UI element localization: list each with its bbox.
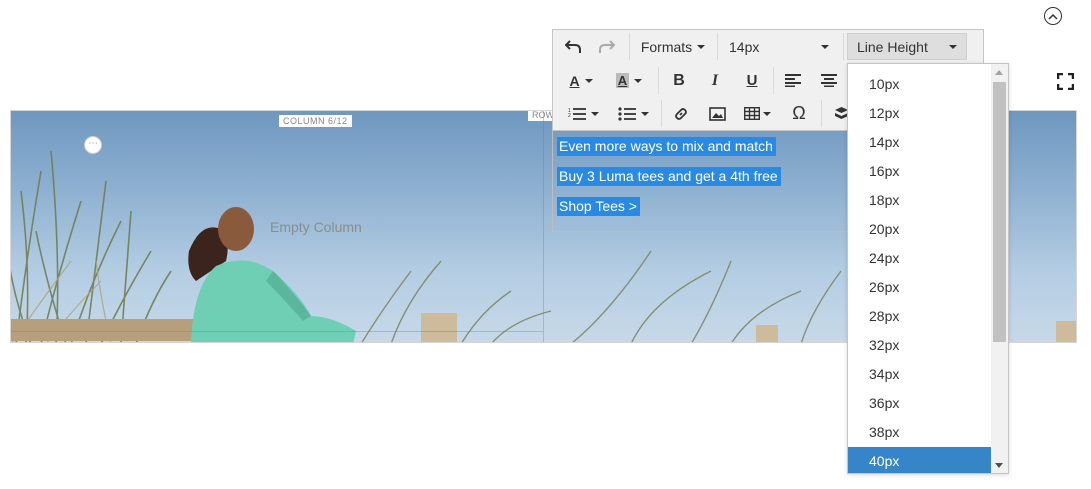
line-height-dropdown[interactable]: Line Height xyxy=(847,33,967,60)
scroll-up-icon[interactable] xyxy=(995,70,1003,75)
italic-icon[interactable]: I xyxy=(701,67,729,94)
line-height-option[interactable]: 34px xyxy=(848,360,991,389)
special-character-icon[interactable]: Ω xyxy=(785,100,813,127)
align-center-icon[interactable] xyxy=(815,67,843,94)
formats-label: Formats xyxy=(640,38,693,55)
line-height-option[interactable]: 10px xyxy=(848,70,991,99)
line-height-option[interactable]: 40px xyxy=(848,447,991,473)
undo-icon[interactable] xyxy=(559,33,587,60)
line-height-option[interactable]: 32px xyxy=(848,331,991,360)
formats-dropdown[interactable]: Formats xyxy=(637,33,709,60)
underline-icon[interactable]: U xyxy=(738,67,766,94)
fullscreen-icon[interactable] xyxy=(1056,72,1075,91)
empty-column-placeholder: Empty Column xyxy=(270,219,362,235)
line-height-option[interactable]: 38px xyxy=(848,418,991,447)
column-divider xyxy=(543,111,544,342)
collapse-icon[interactable] xyxy=(1044,7,1062,25)
line-height-option[interactable]: 20px xyxy=(848,215,991,244)
line-height-option[interactable]: 18px xyxy=(848,186,991,215)
link-icon[interactable] xyxy=(667,100,695,127)
redo-icon[interactable] xyxy=(593,33,621,60)
line-height-option[interactable]: 16px xyxy=(848,157,991,186)
line-height-option[interactable]: 36px xyxy=(848,389,991,418)
content-line-1[interactable]: Even more ways to mix and match xyxy=(557,137,776,156)
chevron-down-icon xyxy=(821,44,829,49)
font-size-dropdown[interactable]: 14px xyxy=(723,33,835,60)
text-color-icon[interactable]: A xyxy=(561,67,601,94)
bold-icon[interactable]: B xyxy=(665,67,693,94)
line-height-option[interactable]: 12px xyxy=(848,99,991,128)
chevron-down-icon xyxy=(949,44,957,49)
line-height-option[interactable]: 28px xyxy=(848,302,991,331)
column-border xyxy=(11,331,543,332)
table-icon[interactable] xyxy=(739,100,775,127)
line-height-label: Line Height xyxy=(857,38,928,55)
chevron-down-icon xyxy=(697,44,706,49)
scroll-down-icon[interactable] xyxy=(995,463,1003,468)
content-line-2[interactable]: Buy 3 Luma tees and get a 4th free xyxy=(557,167,781,186)
toolbar-row-1: Formats 14px Line Height xyxy=(553,30,983,63)
line-height-option[interactable]: 24px xyxy=(848,244,991,273)
menu-scrollbar[interactable] xyxy=(991,64,1008,473)
bullet-list-icon[interactable] xyxy=(611,100,655,127)
scroll-thumb[interactable] xyxy=(993,82,1006,342)
line-height-menu: 10px 12px 14px 16px 18px 20px 24px 26px 28px 32px… xyxy=(847,63,1009,474)
content-line-3[interactable]: Shop Tees > xyxy=(557,197,640,216)
column-label: COLUMN 6/12 xyxy=(279,115,352,127)
font-size-value: 14px xyxy=(729,38,760,55)
image-icon[interactable] xyxy=(703,100,731,127)
line-height-option[interactable]: 26px xyxy=(848,273,991,302)
line-height-option[interactable]: 14px xyxy=(848,128,991,157)
background-color-icon[interactable]: A xyxy=(609,67,649,94)
svg-text:2: 2 xyxy=(568,113,571,119)
numbered-list-icon[interactable]: 12 xyxy=(561,100,605,127)
drag-handle-icon[interactable]: ⋯ xyxy=(84,136,102,154)
align-left-icon[interactable] xyxy=(779,67,807,94)
